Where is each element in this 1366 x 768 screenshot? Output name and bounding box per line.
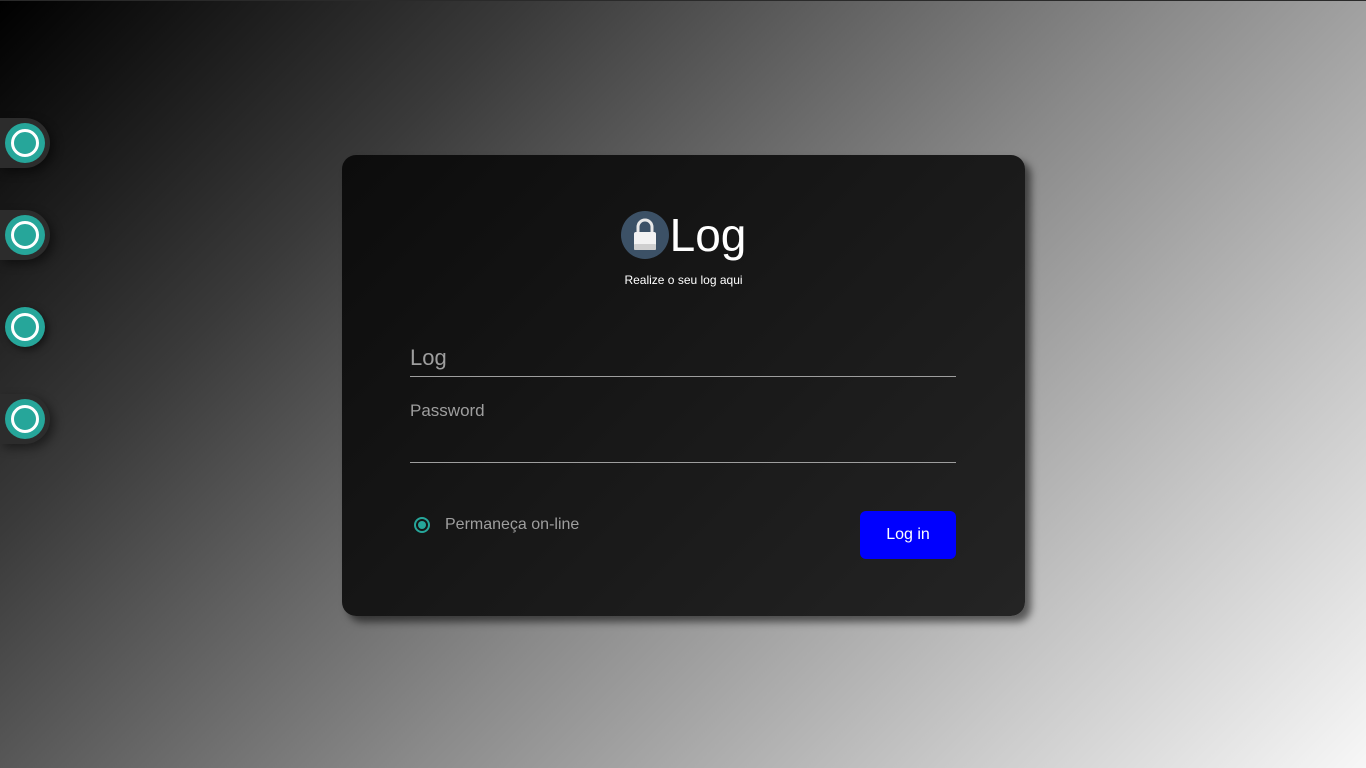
circle-icon [5, 123, 45, 163]
lock-icon [620, 211, 669, 259]
circle-icon [5, 307, 45, 347]
side-nav-item-2[interactable] [0, 210, 50, 260]
password-input[interactable] [410, 431, 956, 463]
password-field-wrapper: Password [410, 401, 956, 463]
page-title: Log [669, 209, 747, 261]
page-subtitle: Realize o seu log aqui [624, 273, 743, 287]
stay-online-option[interactable]: Permaneça on-line [414, 516, 579, 534]
login-button[interactable]: Log in [860, 511, 956, 559]
side-nav-item-4[interactable] [0, 394, 50, 444]
circle-icon [5, 399, 45, 439]
side-nav-item-3[interactable] [0, 302, 50, 352]
log-field-wrapper [410, 335, 956, 377]
side-nav-item-1[interactable] [0, 118, 50, 168]
login-card: Log Realize o seu log aqui Password Perm… [342, 155, 1025, 616]
login-brand: Log [342, 211, 1025, 259]
stay-online-radio[interactable] [414, 517, 430, 533]
password-label: Password [410, 401, 485, 420]
circle-icon [5, 215, 45, 255]
log-input[interactable] [410, 335, 956, 377]
stay-online-label: Permaneça on-line [445, 516, 580, 533]
side-navigation [0, 1, 60, 768]
